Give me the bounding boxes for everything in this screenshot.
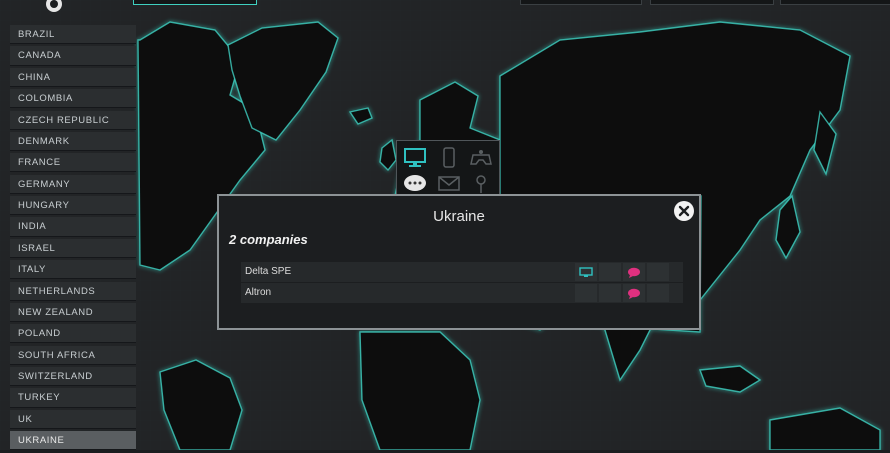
modal-title: Ukraine [433, 208, 485, 225]
chat-cell [623, 263, 645, 281]
empty-cell [575, 284, 597, 302]
country-item-italy[interactable]: ITALY [10, 260, 136, 280]
chat-bubble-icon[interactable] [403, 173, 427, 195]
empty-cell [647, 263, 669, 281]
close-icon[interactable] [673, 200, 695, 222]
top-tab-active[interactable] [133, 0, 257, 5]
top-tab-2[interactable] [520, 0, 642, 5]
company-name: Altron [245, 287, 272, 298]
company-row[interactable]: Altron [241, 283, 683, 303]
country-item-new-zealand[interactable]: NEW ZEALAND [10, 302, 136, 323]
gamepad-icon[interactable] [469, 147, 493, 169]
monitor-icon [579, 267, 593, 277]
country-item-india[interactable]: INDIA [10, 217, 136, 237]
country-item-south-africa[interactable]: SOUTH AFRICA [10, 345, 136, 365]
chat-bubble-icon [628, 267, 640, 278]
top-tab-4[interactable] [780, 0, 890, 5]
empty-cell [647, 284, 669, 302]
country-item-denmark[interactable]: DENMARK [10, 131, 136, 152]
country-item-germany[interactable]: GERMANY [10, 174, 136, 194]
chat-bubble-icon [628, 288, 640, 299]
top-tab-3[interactable] [650, 0, 774, 5]
country-item-ukraine[interactable]: UKRAINE [10, 431, 136, 451]
empty-cell [599, 263, 621, 281]
country-item-czech-republic[interactable]: CZECH REPUBLIC [10, 110, 136, 130]
monitor-icon[interactable] [403, 147, 427, 169]
country-item-china[interactable]: CHINA [10, 67, 136, 87]
chat-cell [623, 284, 645, 302]
company-table: Delta SPE Altron [241, 262, 683, 304]
company-name: Delta SPE [245, 266, 292, 277]
companies-count: 2 companies [229, 232, 308, 247]
country-item-poland[interactable]: POLAND [10, 324, 136, 344]
country-item-netherlands[interactable]: NETHERLANDS [10, 281, 136, 301]
country-item-uk[interactable]: UK [10, 409, 136, 429]
country-item-switzerland[interactable]: SWITZERLAND [10, 367, 136, 387]
country-detail-modal: Ukraine 2 companies Delta SPE Altron [217, 194, 701, 330]
mail-icon[interactable] [437, 173, 461, 195]
category-filter-panel [396, 140, 500, 196]
empty-cell [599, 284, 621, 302]
country-list: BRAZIL CANADA CHINA COLOMBIA CZECH REPUBLIC D… [10, 25, 136, 453]
company-row[interactable]: Delta SPE [241, 262, 683, 282]
location-pin-icon[interactable] [469, 173, 493, 195]
country-item-colombia[interactable]: COLOMBIA [10, 89, 136, 109]
country-item-france[interactable]: FRANCE [10, 153, 136, 173]
country-item-hungary[interactable]: HUNGARY [10, 196, 136, 216]
app-logo-icon [46, 0, 62, 12]
phone-icon[interactable] [437, 147, 461, 169]
country-item-brazil[interactable]: BRAZIL [10, 25, 136, 45]
monitor-cell [575, 263, 597, 281]
country-item-israel[interactable]: ISRAEL [10, 238, 136, 258]
country-item-canada[interactable]: CANADA [10, 46, 136, 66]
country-item-turkey[interactable]: TURKEY [10, 388, 136, 408]
